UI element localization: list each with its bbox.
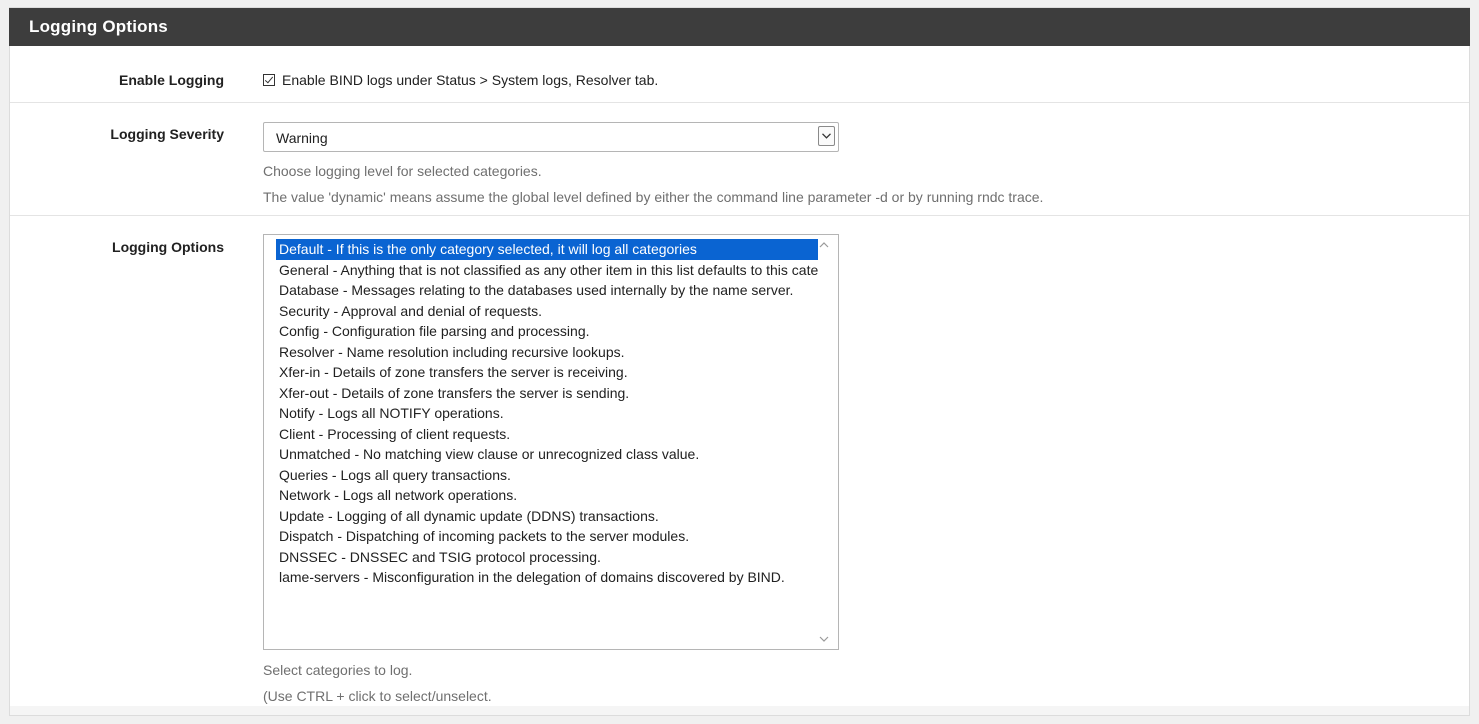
logging-option-item[interactable]: Queries - Logs all query transactions. <box>276 465 818 486</box>
logging-option-item[interactable]: DNSSEC - DNSSEC and TSIG protocol proces… <box>276 547 818 568</box>
logging-option-item[interactable]: Dispatch - Dispatching of incoming packe… <box>276 526 818 547</box>
chevron-up-icon[interactable] <box>819 241 829 249</box>
enable-logging-description: Enable BIND logs under Status > System l… <box>282 72 659 88</box>
logging-options-listbox[interactable]: Default - If this is the only category s… <box>263 234 839 650</box>
logging-option-item[interactable]: Database - Messages relating to the data… <box>276 280 818 301</box>
chevron-down-icon[interactable] <box>819 635 829 643</box>
logging-option-item[interactable]: Client - Processing of client requests. <box>276 424 818 445</box>
logging-option-item[interactable]: lame-servers - Misconfiguration in the d… <box>276 567 818 588</box>
logging-option-item[interactable]: Xfer-out - Details of zone transfers the… <box>276 383 818 404</box>
logging-option-item[interactable]: Security - Approval and denial of reques… <box>276 301 818 322</box>
options-help-line-1: Select categories to log. <box>263 662 413 678</box>
options-help-line-2: (Use CTRL + click to select/unselect. <box>263 688 492 704</box>
logging-option-item[interactable]: Xfer-in - Details of zone transfers the … <box>276 362 818 383</box>
panel-title: Logging Options <box>29 17 168 36</box>
logging-option-item[interactable]: Unmatched - No matching view clause or u… <box>276 444 818 465</box>
enable-logging-row: Enable BIND logs under Status > System l… <box>263 72 658 88</box>
enable-logging-label: Enable Logging <box>119 72 224 88</box>
logging-severity-select[interactable]: Warning <box>263 122 839 152</box>
logging-option-item[interactable]: General - Anything that is not classifie… <box>276 260 818 281</box>
logging-severity-label: Logging Severity <box>110 126 224 142</box>
logging-severity-value: Warning <box>276 130 328 146</box>
logging-options-label: Logging Options <box>112 239 224 255</box>
chevron-down-icon[interactable] <box>818 126 835 146</box>
row-divider <box>10 102 1469 103</box>
panel-footer <box>10 706 1469 715</box>
row-divider <box>10 215 1469 216</box>
logging-option-item[interactable]: Notify - Logs all NOTIFY operations. <box>276 403 818 424</box>
logging-option-item[interactable]: Update - Logging of all dynamic update (… <box>276 506 818 527</box>
logging-option-item[interactable]: Resolver - Name resolution including rec… <box>276 342 818 363</box>
logging-options-list: Default - If this is the only category s… <box>276 239 818 588</box>
logging-option-item[interactable]: Config - Configuration file parsing and … <box>276 321 818 342</box>
severity-help-line-2: The value 'dynamic' means assume the glo… <box>263 189 1044 205</box>
enable-logging-checkbox[interactable] <box>263 74 275 86</box>
logging-option-item[interactable]: Default - If this is the only category s… <box>276 239 818 260</box>
panel-heading: Logging Options <box>9 8 1470 46</box>
severity-help-line-1: Choose logging level for selected catego… <box>263 163 542 179</box>
logging-option-item[interactable]: Network - Logs all network operations. <box>276 485 818 506</box>
